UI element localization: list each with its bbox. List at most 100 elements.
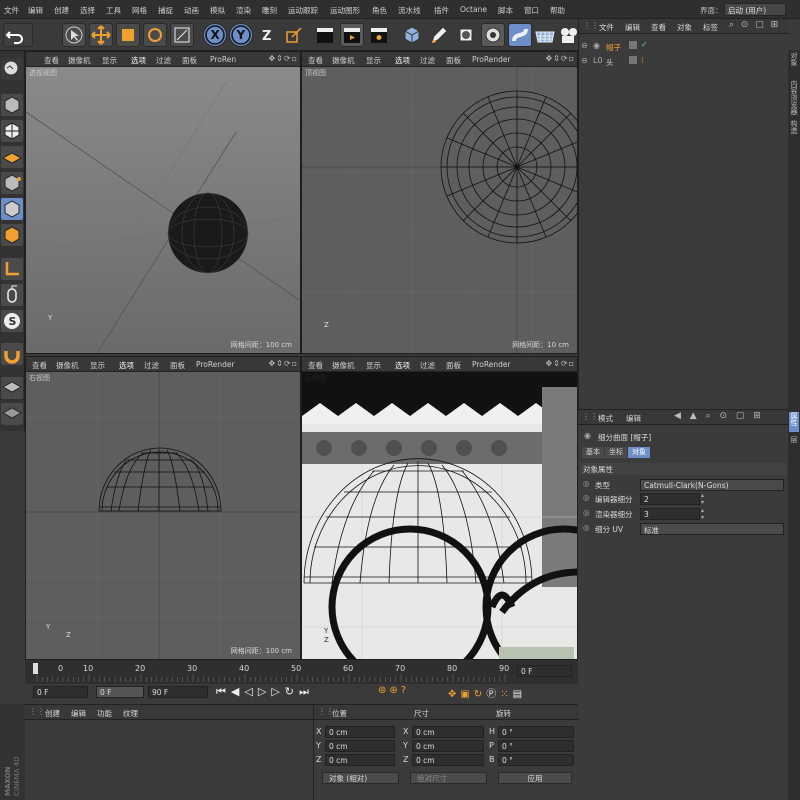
tab-content-browser[interactable]: 内容浏览器	[789, 80, 799, 115]
z-axis-lock-button[interactable]: Z	[255, 23, 279, 47]
position-z-field[interactable]: 0 cm	[325, 754, 395, 766]
viewport-top[interactable]: Z 查看 摄像机 显示 选项 过滤 面板 ProRender ✥⇕⟳▫ 顶视图 …	[301, 51, 578, 354]
previous-key-icon[interactable]: ◀	[231, 685, 244, 698]
attr-menu-mode[interactable]: 模式	[598, 413, 613, 424]
menu-render[interactable]: 渲染	[236, 5, 251, 16]
point-level-key-icon[interactable]: ⁙	[500, 689, 512, 700]
viewport-menu-filter[interactable]: 过滤	[420, 55, 435, 66]
floor-button[interactable]	[533, 23, 557, 47]
workplane-mode-button[interactable]	[1, 146, 23, 168]
menu-script[interactable]: 脚本	[498, 5, 513, 16]
menu-animate[interactable]: 动画	[184, 5, 199, 16]
keyframe-dot-icon[interactable]: ◎	[583, 523, 590, 532]
model-mode-button[interactable]	[1, 94, 23, 116]
menu-snap[interactable]: 捕捉	[158, 5, 173, 16]
viewport-menu-filter[interactable]: 过滤	[420, 360, 435, 371]
tab-object[interactable]: 对象	[628, 447, 650, 458]
attr-menu-edit[interactable]: 编辑	[626, 413, 641, 424]
menu-sculpt[interactable]: 雕刻	[262, 5, 277, 16]
axis-mode-button[interactable]	[1, 258, 23, 280]
viewport-menu-cameras[interactable]: 摄像机	[56, 360, 79, 371]
menu-select[interactable]: 选择	[80, 5, 95, 16]
size-x-field[interactable]: 0 cm	[412, 726, 484, 738]
tweak-mode-button[interactable]	[1, 284, 23, 306]
deformer-button[interactable]	[508, 23, 532, 47]
menu-pipeline[interactable]: 流水线	[398, 5, 421, 16]
mat-menu-function[interactable]: 功能	[97, 708, 112, 719]
tab-objects[interactable]: 对象	[789, 52, 799, 66]
render-picture-viewer-button[interactable]	[340, 23, 364, 47]
viewport-menu-view[interactable]: 查看	[308, 360, 323, 371]
x-axis-lock-button[interactable]: X	[203, 23, 227, 47]
menu-simulate[interactable]: 模拟	[210, 5, 225, 16]
keyframe-dot-icon[interactable]: ◎	[583, 493, 590, 502]
editor-subdivision-input[interactable]: 2	[640, 493, 700, 505]
tree-expand-icon[interactable]: ⊖	[581, 56, 588, 65]
visibility-toggle[interactable]	[629, 41, 637, 49]
menu-mesh[interactable]: 网格	[132, 5, 147, 16]
menu-window[interactable]: 窗口	[524, 5, 539, 16]
om-menu-file[interactable]: 文件	[599, 22, 614, 33]
om-tool-icons[interactable]: ⌕ ⊙ ▢ ⊞	[729, 20, 780, 30]
tree-expand-icon[interactable]: ⊖	[581, 41, 588, 50]
snap-button[interactable]	[1, 343, 23, 365]
rotation-b-field[interactable]: 0 °	[498, 754, 574, 766]
tab-layers[interactable]: 层	[789, 436, 799, 443]
workplane-lock-button[interactable]	[1, 377, 23, 399]
autokey-icon[interactable]: ⊛	[389, 685, 400, 696]
size-y-field[interactable]: 0 cm	[412, 740, 484, 752]
viewport-menu-filter[interactable]: 过滤	[144, 360, 159, 371]
rotation-p-field[interactable]: 0 °	[498, 740, 574, 752]
keyframe-selection-icon[interactable]: ?	[401, 685, 409, 696]
om-menu-objects[interactable]: 对象	[677, 22, 692, 33]
viewport-nav-icons[interactable]: ✥⇕⟳▫	[545, 54, 575, 63]
planar-workplane-button[interactable]	[1, 403, 23, 425]
render-subdivision-input[interactable]: 3	[640, 508, 700, 520]
solo-mode-button[interactable]: S	[1, 310, 23, 332]
keyframe-dot-icon[interactable]: ◎	[583, 479, 590, 488]
parameter-key-icon[interactable]: Ⓟ	[486, 689, 500, 700]
edges-mode-button[interactable]	[1, 198, 23, 220]
viewport-menu-options[interactable]: 选项	[119, 360, 134, 371]
apply-button[interactable]: 应用	[498, 772, 572, 784]
menu-edit[interactable]: 编辑	[28, 5, 43, 16]
menu-help[interactable]: 帮助	[550, 5, 565, 16]
cube-object-button[interactable]	[400, 23, 424, 47]
position-x-field[interactable]: 0 cm	[325, 726, 395, 738]
viewport-menu-prorender[interactable]: ProRen	[210, 55, 236, 64]
undo-button[interactable]	[3, 23, 33, 47]
viewport-menu-cameras[interactable]: 摄像机	[332, 55, 355, 66]
viewport-menu-view[interactable]: 查看	[308, 55, 323, 66]
viewport-menu-display[interactable]: 显示	[90, 360, 105, 371]
go-to-end-icon[interactable]: ⏭	[299, 685, 314, 698]
rotate-tool-button[interactable]	[143, 23, 167, 47]
play-icon[interactable]: ▷	[258, 685, 271, 698]
size-mode-dropdown[interactable]: 绝对尺寸	[410, 772, 487, 784]
object-row-hat[interactable]: ⊖ ◉ 帽子 ✓	[581, 40, 787, 53]
viewport-right[interactable]: Y Z 查看 摄像机 显示 选项 过滤 面板 ProRender ✥⇕⟳▫ 右视…	[25, 356, 301, 660]
menu-plugins[interactable]: 插件	[434, 5, 449, 16]
scale-key-icon[interactable]: ▣	[460, 689, 473, 700]
edit-render-settings-button[interactable]	[1, 58, 23, 80]
tab-basic[interactable]: 基本	[582, 447, 604, 458]
timeline-ruler[interactable]: 0 10 20 30 40 50 60 70 80 90 0 F	[25, 660, 578, 684]
viewport-menu-panel[interactable]: 面板	[446, 360, 461, 371]
viewport-menu-prorender[interactable]: ProRender	[196, 360, 235, 369]
viewport-nav-icons[interactable]: ✥⇕⟳▫	[268, 359, 298, 368]
position-key-icon[interactable]: ✥	[448, 689, 460, 700]
tab-coordinates[interactable]: 坐标	[605, 447, 627, 458]
select-tool-button[interactable]	[62, 23, 86, 47]
menu-character[interactable]: 角色	[372, 5, 387, 16]
viewport-menu-view[interactable]: 查看	[32, 360, 47, 371]
menu-motion-tracking[interactable]: 运动跟踪	[288, 5, 318, 16]
recent-tools-button[interactable]	[170, 23, 194, 47]
stepper-icon[interactable]: ▴ ▾	[701, 492, 704, 506]
type-dropdown[interactable]: Catmull-Clark(N-Gons)	[640, 479, 784, 491]
viewport-menu-cameras[interactable]: 摄像机	[68, 55, 91, 66]
rotation-h-field[interactable]: 0 °	[498, 726, 574, 738]
check-icon[interactable]: ✓	[641, 40, 648, 49]
viewport-menu-panel[interactable]: 面板	[446, 55, 461, 66]
object-name[interactable]: 头	[606, 57, 614, 68]
move-tool-button[interactable]	[89, 23, 113, 47]
menu-mograph[interactable]: 运动图形	[330, 5, 360, 16]
